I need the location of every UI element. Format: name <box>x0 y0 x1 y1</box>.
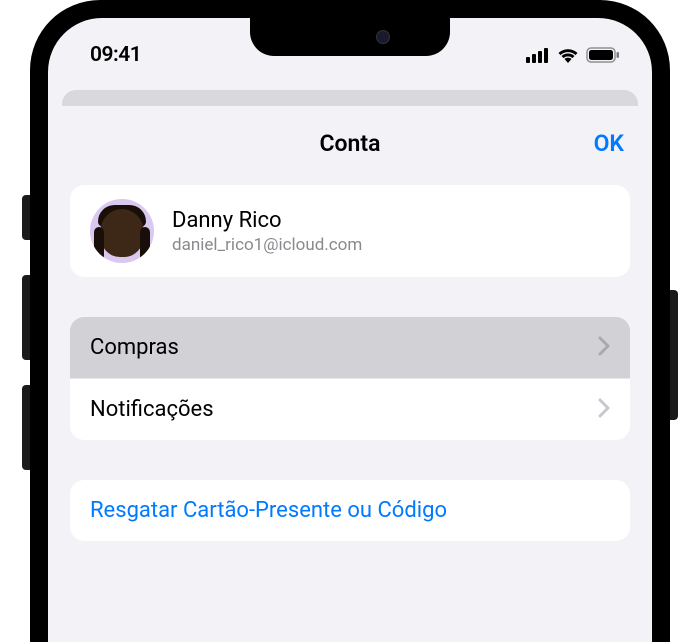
purchases-label: Compras <box>90 335 179 360</box>
redeem-gift-label: Resgatar Cartão-Presente ou Código <box>90 498 610 523</box>
screen: 09:41 <box>48 18 652 642</box>
actions-card: Resgatar Cartão-Presente ou Código <box>70 480 630 541</box>
avatar <box>90 199 154 263</box>
sheet-header: Conta OK <box>48 106 652 185</box>
profile-email: daniel_rico1@icloud.com <box>172 235 362 255</box>
wifi-icon <box>557 47 579 63</box>
sheet-title: Conta <box>320 130 381 157</box>
cellular-signal-icon <box>526 47 550 63</box>
profile-info: Danny Rico daniel_rico1@icloud.com <box>172 208 362 255</box>
front-camera <box>376 30 390 44</box>
account-sheet: Conta OK <box>48 106 652 642</box>
chevron-right-icon <box>598 398 610 422</box>
battery-icon <box>586 47 620 63</box>
notch <box>250 18 450 56</box>
profile-name: Danny Rico <box>172 208 362 233</box>
profile-card: Danny Rico daniel_rico1@icloud.com <box>70 185 630 277</box>
menu-card: Compras Notificações <box>70 317 630 440</box>
volume-up-button <box>22 275 30 360</box>
chevron-right-icon <box>598 336 610 360</box>
status-icons <box>526 47 620 63</box>
status-time: 09:41 <box>90 43 141 67</box>
silent-switch <box>22 195 30 240</box>
power-button <box>670 290 678 420</box>
profile-row[interactable]: Danny Rico daniel_rico1@icloud.com <box>70 185 630 277</box>
phone-body: 09:41 <box>30 0 670 642</box>
done-button[interactable]: OK <box>594 130 624 157</box>
notifications-label: Notificações <box>90 397 214 422</box>
notifications-row[interactable]: Notificações <box>70 379 630 440</box>
volume-down-button <box>22 385 30 470</box>
purchases-row[interactable]: Compras <box>70 317 630 379</box>
redeem-gift-row[interactable]: Resgatar Cartão-Presente ou Código <box>70 480 630 541</box>
phone-frame: 09:41 <box>0 0 700 642</box>
sheet-content: Danny Rico daniel_rico1@icloud.com Compr… <box>48 185 652 541</box>
